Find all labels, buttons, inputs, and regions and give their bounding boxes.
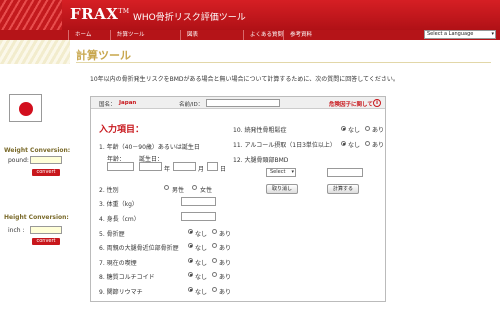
nav-item-faq[interactable]: よくある質問 — [243, 30, 283, 40]
glucocorticoids-no-label: なし — [195, 274, 208, 281]
rheumatoid-no-label: なし — [195, 289, 208, 296]
parent-hip-yes-radio[interactable] — [212, 243, 217, 248]
alcohol-no-label: なし — [348, 142, 361, 149]
japan-flag-icon — [9, 94, 42, 122]
language-select[interactable]: Select a Language ▾ — [424, 30, 496, 39]
smoking-yes-radio[interactable] — [212, 258, 217, 263]
glucocorticoids-yes-radio[interactable] — [212, 272, 217, 277]
birth-month-input[interactable] — [173, 162, 196, 171]
frax-logo[interactable]: FRAXTM — [70, 5, 130, 23]
secondary-osteoporosis-no-radio[interactable] — [341, 126, 346, 131]
risk-form: 国名： Japan 名前/ID： 危険因子に関して i 入力項目： 1. 年齢（… — [90, 96, 386, 302]
age-input[interactable] — [107, 162, 134, 171]
previous-fracture-yes-label: あり — [219, 231, 232, 238]
question-glucocorticoids-label: 8. 糖質コルチコイド — [99, 274, 155, 281]
question-smoking-label: 7. 現在の喫煙 — [99, 260, 137, 267]
birth-year-input[interactable] — [139, 162, 162, 171]
inch-label: inch : — [8, 227, 25, 234]
month-label: 月 — [198, 166, 205, 173]
weight-conversion-title: Weight Conversion: — [4, 147, 71, 154]
section-title: 入力項目： — [99, 125, 145, 135]
header-pattern — [0, 0, 62, 30]
secondary-osteoporosis-yes-label: あり — [372, 127, 385, 134]
question-previous-fracture-label: 5. 骨折歴 — [99, 231, 125, 238]
glucocorticoids-yes-label: あり — [219, 274, 232, 281]
year-label: 年 — [164, 166, 171, 173]
smoking-no-label: なし — [195, 260, 208, 267]
title-divider — [76, 62, 491, 63]
male-radio[interactable] — [164, 185, 169, 190]
question-secondary-osteoporosis-label: 10. 続発性骨粗鬆症 — [233, 127, 287, 134]
convert-weight-button[interactable]: convert — [32, 169, 60, 176]
female-label: 女性 — [200, 187, 213, 194]
info-icon[interactable]: i — [373, 99, 381, 107]
convert-height-button[interactable]: convert — [32, 238, 60, 245]
page-title: 計算ツール — [76, 49, 131, 62]
name-id-input[interactable] — [206, 99, 280, 107]
clear-button[interactable]: 取り消し — [266, 184, 298, 194]
alcohol-yes-radio[interactable] — [365, 141, 370, 146]
height-conversion-title: Height Conversion: — [4, 214, 69, 221]
previous-fracture-yes-radio[interactable] — [212, 229, 217, 234]
chevron-down-icon: ▾ — [491, 31, 494, 37]
previous-fracture-no-radio[interactable] — [188, 229, 193, 234]
country-label: 国名： — [99, 102, 116, 108]
rheumatoid-yes-label: あり — [219, 289, 232, 296]
inch-input[interactable] — [30, 226, 62, 234]
intro-text: 10年以内の骨折発生リスクをBMDがある場合と無い場合について計算するために、次… — [90, 76, 399, 83]
calculate-button[interactable]: 計算する — [327, 184, 359, 194]
bmd-value-input[interactable] — [327, 168, 363, 177]
parent-hip-no-label: なし — [195, 245, 208, 252]
alcohol-yes-label: あり — [372, 142, 385, 149]
question-weight-label: 3. 体重（kg） — [99, 201, 138, 208]
site-header: FRAXTM WHO骨折リスク評価ツール — [0, 0, 500, 30]
pound-label: pound: — [8, 157, 29, 164]
male-label: 男性 — [172, 187, 185, 194]
parent-hip-yes-label: あり — [219, 245, 232, 252]
height-input[interactable] — [181, 212, 216, 221]
question-rheumatoid-label: 9. 関節リウマチ — [99, 289, 143, 296]
about-risk-factors-link[interactable]: 危険因子に関して — [329, 100, 373, 108]
smoking-no-radio[interactable] — [188, 258, 193, 263]
country-value: Japan — [119, 100, 137, 106]
bmd-select-label: Select — [270, 169, 286, 175]
question-sex-label: 2. 性別 — [99, 187, 119, 194]
glucocorticoids-no-radio[interactable] — [188, 272, 193, 277]
secondary-osteoporosis-no-label: なし — [348, 127, 361, 134]
nav-item-calculator[interactable]: 計算ツール — [110, 30, 145, 40]
name-id-label: 名前/ID： — [179, 102, 204, 108]
female-radio[interactable] — [192, 185, 197, 190]
question-height-label: 4. 身長（cm） — [99, 216, 140, 223]
alcohol-no-radio[interactable] — [341, 141, 346, 146]
pound-input[interactable] — [30, 156, 62, 164]
question-alcohol-label: 11. アルコール摂取（1日3単位以上） — [233, 142, 336, 149]
weight-input[interactable] — [181, 197, 216, 206]
parent-hip-no-radio[interactable] — [188, 243, 193, 248]
rheumatoid-yes-radio[interactable] — [212, 287, 217, 292]
header-subtitle: WHO骨折リスク評価ツール — [133, 13, 246, 23]
smoking-yes-label: あり — [219, 260, 232, 267]
nav-item-references[interactable]: 参考資料 — [283, 30, 312, 40]
chevron-down-icon: ▾ — [291, 169, 294, 175]
rheumatoid-no-radio[interactable] — [188, 287, 193, 292]
bmd-type-select[interactable]: Select ▾ — [266, 168, 296, 177]
nav-item-home[interactable]: ホーム — [68, 30, 91, 40]
flag-circle — [19, 102, 33, 116]
language-select-label: Select a Language — [427, 31, 474, 37]
previous-fracture-no-label: なし — [195, 231, 208, 238]
birth-day-input[interactable] — [207, 162, 218, 171]
decorative-band — [0, 40, 70, 64]
secondary-osteoporosis-yes-radio[interactable] — [365, 126, 370, 131]
day-label: 日 — [220, 166, 227, 173]
question-bmd-label: 12. 大腿骨頸部BMD — [233, 157, 289, 164]
nav-item-charts[interactable]: 図表 — [180, 30, 198, 40]
question-parent-hip-label: 6. 両親の大腿骨近位部骨折歴 — [99, 245, 179, 252]
question-age-label: 1. 年齢（40－90歳）あるいは誕生日 — [99, 144, 200, 151]
